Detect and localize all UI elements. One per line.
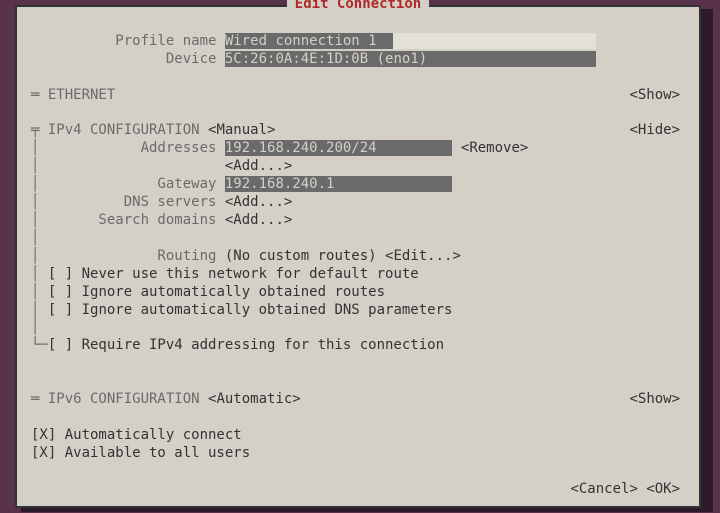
label-dns: │ DNS servers — [31, 194, 216, 210]
ipv4-address-remove[interactable]: <Remove> — [461, 140, 528, 156]
chk-require-ipv4[interactable]: [ ] Require IPv4 addressing for this con… — [48, 337, 444, 353]
routing-status: (No custom routes) — [225, 248, 377, 264]
label-search-domains: │ Search domains — [31, 212, 216, 228]
dialog-title: Edit Connection — [287, 0, 429, 12]
dns-add[interactable]: <Add...> — [225, 194, 292, 210]
spacer — [275, 122, 629, 138]
chk-ignore-dns[interactable]: [ ] Ignore automatically obtained DNS pa… — [48, 302, 453, 318]
device-input[interactable]: 5C:26:0A:4E:1D:0B (eno1) — [225, 51, 596, 67]
ipv4-address-input[interactable]: 192.168.240.200/24 — [225, 140, 453, 156]
spacer — [31, 481, 570, 497]
ethernet-show-action[interactable]: <Show> — [629, 87, 680, 103]
spacer — [115, 87, 629, 103]
label-addresses: │ Addresses — [31, 140, 216, 156]
tree-pipe: │ — [31, 266, 39, 282]
chk-all-users[interactable]: [X] Available to all users — [31, 445, 250, 461]
tree-pipe: │ — [31, 284, 39, 300]
ipv4-gateway-input[interactable]: 192.168.240.1 — [225, 176, 453, 192]
ipv4-mode-selector[interactable]: <Manual> — [208, 122, 275, 138]
tui-body: Profile name Wired connection 1 Device 5… — [31, 15, 685, 498]
tree-end: └─ — [31, 337, 48, 353]
ipv6-show-action[interactable]: <Show> — [629, 391, 680, 407]
label-gateway: │ Gateway — [31, 176, 216, 192]
tree-pipe: │ — [31, 319, 39, 335]
profile-input-text[interactable]: Wired connection 1 — [225, 33, 394, 49]
edit-connection-dialog: Edit Connection Profile name Wired conne… — [15, 5, 701, 508]
spacer — [301, 391, 630, 407]
label-device: Device — [31, 51, 216, 67]
routing-edit[interactable]: <Edit...> — [385, 248, 461, 264]
ipv4-address-add[interactable]: <Add...> — [225, 158, 292, 174]
chk-auto-connect[interactable]: [X] Automatically connect — [31, 427, 242, 443]
section-ethernet: ═ ETHERNET — [31, 87, 115, 103]
ipv4-hide-action[interactable]: <Hide> — [629, 122, 680, 138]
tree-pipe: │ — [31, 302, 39, 318]
search-add[interactable]: <Add...> — [225, 212, 292, 228]
profile-caret[interactable] — [393, 33, 595, 49]
ok-button[interactable]: <OK> — [646, 481, 680, 497]
addresses-prefix: │ — [31, 158, 216, 174]
chk-never-default[interactable]: [ ] Never use this network for default r… — [48, 266, 419, 282]
cancel-button[interactable]: <Cancel> — [570, 481, 637, 497]
ipv6-mode-selector[interactable]: <Automatic> — [208, 391, 301, 407]
tree-pipe: │ — [31, 230, 39, 246]
section-ipv6: ═ IPv6 CONFIGURATION — [31, 391, 200, 407]
section-ipv4: ╤ IPv4 CONFIGURATION — [31, 122, 200, 138]
label-profile-name: Profile name — [31, 33, 216, 49]
label-routing: │ Routing — [31, 248, 216, 264]
chk-ignore-routes[interactable]: [ ] Ignore automatically obtained routes — [48, 284, 385, 300]
